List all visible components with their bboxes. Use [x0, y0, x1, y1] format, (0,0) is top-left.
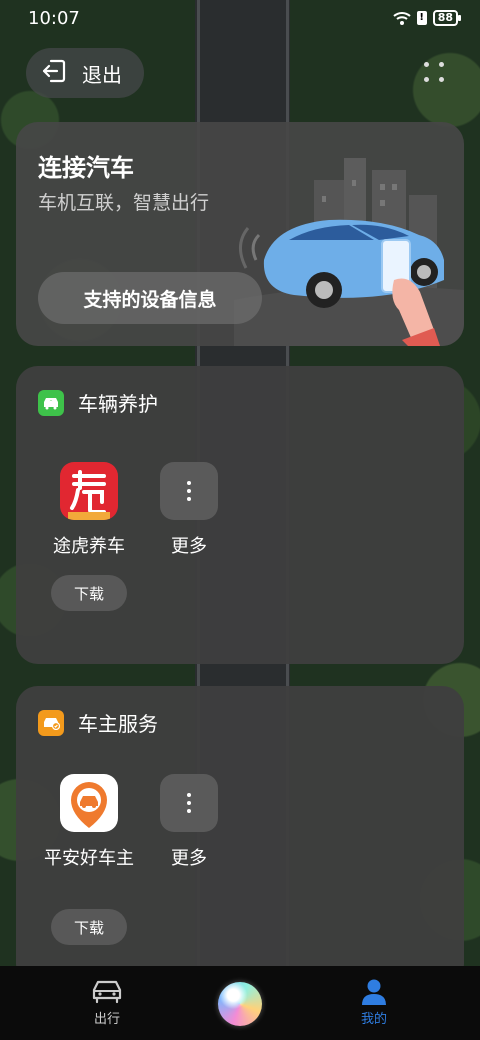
owner-services-card: 车主服务 平安好车主 更多 下载 [16, 686, 464, 986]
status-time: 10:07 [28, 7, 80, 29]
nav-travel-label: 出行 [93, 1012, 120, 1027]
pingan-logo-icon [60, 774, 118, 832]
connect-car-card: 连接汽车 车机互联，智慧出行 支持的设备信息 [16, 122, 464, 346]
tuhu-logo-icon [60, 462, 118, 520]
person-icon [334, 978, 414, 1008]
tuhu-app-label: 途虎养车 [53, 536, 125, 557]
owner-services-header: 车主服务 [38, 708, 158, 737]
battery-icon: 88 [432, 10, 462, 26]
owner-services-more-label: 更多 [171, 848, 207, 869]
owner-services-title: 车主服务 [78, 712, 158, 736]
vehicle-care-more[interactable]: 更多 [144, 462, 234, 560]
vehicle-care-card: 车辆养护 途虎养车 更多 下载 [16, 366, 464, 664]
pingan-app[interactable]: 平安好车主 [44, 774, 134, 872]
battery-level: 88 [437, 11, 453, 24]
car-phone-illustration [234, 158, 464, 346]
bottom-nav: 出行 我的 [0, 966, 480, 1040]
vehicle-care-more-label: 更多 [171, 536, 207, 557]
vehicle-care-title: 车辆养护 [78, 392, 158, 416]
vehicle-care-header: 车辆养护 [38, 388, 158, 417]
more-options-icon[interactable] [424, 62, 446, 84]
exit-icon [40, 57, 68, 90]
status-icons: ! 88 [393, 10, 462, 26]
car-icon [67, 978, 147, 1008]
tuhu-app[interactable]: 途虎养车 [44, 462, 134, 560]
tuhu-download-button[interactable]: 下载 [51, 575, 127, 611]
connect-card-subtitle: 车机互联，智慧出行 [38, 192, 210, 214]
notification-alert-icon: ! [416, 11, 427, 25]
vehicle-care-icon [38, 389, 64, 416]
connect-card-title: 连接汽车 [38, 154, 134, 182]
pingan-app-label: 平安好车主 [44, 848, 134, 869]
pingan-download-button[interactable]: 下载 [51, 909, 127, 945]
exit-label: 退出 [82, 62, 122, 87]
nav-travel[interactable]: 出行 [67, 978, 147, 1027]
exit-button[interactable]: 退出 [26, 48, 144, 98]
nav-mine-label: 我的 [360, 1012, 387, 1027]
wifi-icon [393, 11, 411, 25]
more-vertical-icon [160, 462, 218, 520]
nav-mine[interactable]: 我的 [334, 978, 414, 1027]
status-bar: 10:07 ! 88 [0, 0, 480, 36]
voice-assistant-orb-icon[interactable] [218, 982, 262, 1026]
supported-devices-button[interactable]: 支持的设备信息 [38, 272, 262, 324]
more-vertical-icon [160, 774, 218, 832]
owner-services-icon [38, 709, 64, 736]
owner-services-more[interactable]: 更多 [144, 774, 234, 872]
